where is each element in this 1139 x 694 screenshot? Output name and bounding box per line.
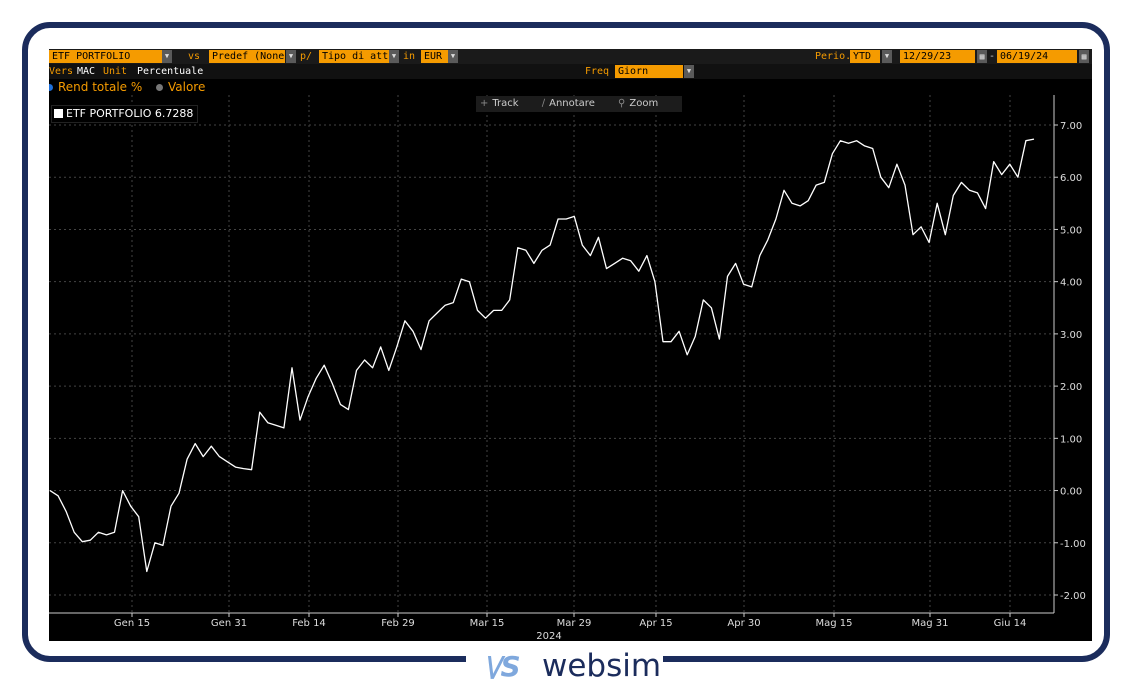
x-tick-label: Feb 14 — [292, 618, 326, 629]
y-tick-label: 6.00 — [1060, 173, 1082, 184]
x-tick-label: Gen 15 — [114, 618, 150, 629]
x-year-label: 2024 — [536, 631, 561, 641]
crosshair-icon: + — [480, 98, 489, 109]
legend-checkbox-icon[interactable] — [54, 109, 63, 118]
x-tick-label: Apr 30 — [727, 618, 760, 629]
websim-name: websim — [542, 648, 662, 684]
y-tick-label: 4.00 — [1060, 278, 1082, 289]
x-tick-label: Apr 15 — [639, 618, 672, 629]
y-tick-label: -2.00 — [1060, 591, 1086, 602]
series-line-etf-portfolio — [49, 138, 1035, 573]
chart-axes — [49, 95, 1058, 617]
x-tick-label: Mar 29 — [557, 618, 592, 629]
y-tick-label: 1.00 — [1060, 434, 1082, 445]
chart-terminal: ETF PORTFOLIO ▼ vs Predef (None) ▼ p/ Ti… — [49, 49, 1092, 641]
websim-logo: \/S websim — [466, 648, 663, 688]
zoom-label: Zoom — [629, 98, 659, 109]
y-tick-label: 5.00 — [1060, 225, 1082, 236]
y-tick-label: 0.00 — [1060, 487, 1082, 498]
y-tick-label: 7.00 — [1060, 121, 1082, 132]
x-tick-label: Mar 15 — [470, 618, 505, 629]
x-tick-label: Mag 31 — [911, 618, 948, 629]
y-tick-label: 2.00 — [1060, 382, 1082, 393]
track-label: Track — [492, 98, 519, 109]
annotate-tool[interactable]: ∕ Annotare — [542, 98, 605, 109]
x-tick-label: Mag 15 — [815, 618, 852, 629]
y-tick-label: 3.00 — [1060, 330, 1082, 341]
legend-label: ETF PORTFOLIO 6.7288 — [66, 107, 194, 120]
chart-labels: 7.00 6.00 5.00 4.00 3.00 2.00 1.00 0.00 -1.00 -2.… — [114, 121, 1086, 641]
price-chart[interactable]: 7.00 6.00 5.00 4.00 3.00 2.00 1.00 0.00 -1.00 -2.… — [49, 49, 1092, 641]
magnifier-icon: ⚲ — [618, 98, 626, 109]
x-tick-label: Giu 14 — [994, 618, 1027, 629]
x-tick-label: Feb 29 — [381, 618, 415, 629]
annotate-label: Annotare — [549, 98, 595, 109]
track-tool[interactable]: + Track — [480, 98, 529, 109]
x-tick-label: Gen 31 — [211, 618, 247, 629]
y-tick-label: -1.00 — [1060, 539, 1086, 550]
zoom-tool[interactable]: ⚲ Zoom — [618, 98, 668, 109]
websim-mark: \/S — [486, 650, 521, 683]
chart-series — [49, 138, 1035, 573]
chart-legend[interactable]: ETF PORTFOLIO 6.7288 — [51, 105, 199, 123]
chart-tools: + Track ∕ Annotare ⚲ Zoom — [476, 96, 683, 112]
pencil-icon: ∕ — [541, 98, 546, 109]
chart-grid — [49, 95, 1054, 613]
